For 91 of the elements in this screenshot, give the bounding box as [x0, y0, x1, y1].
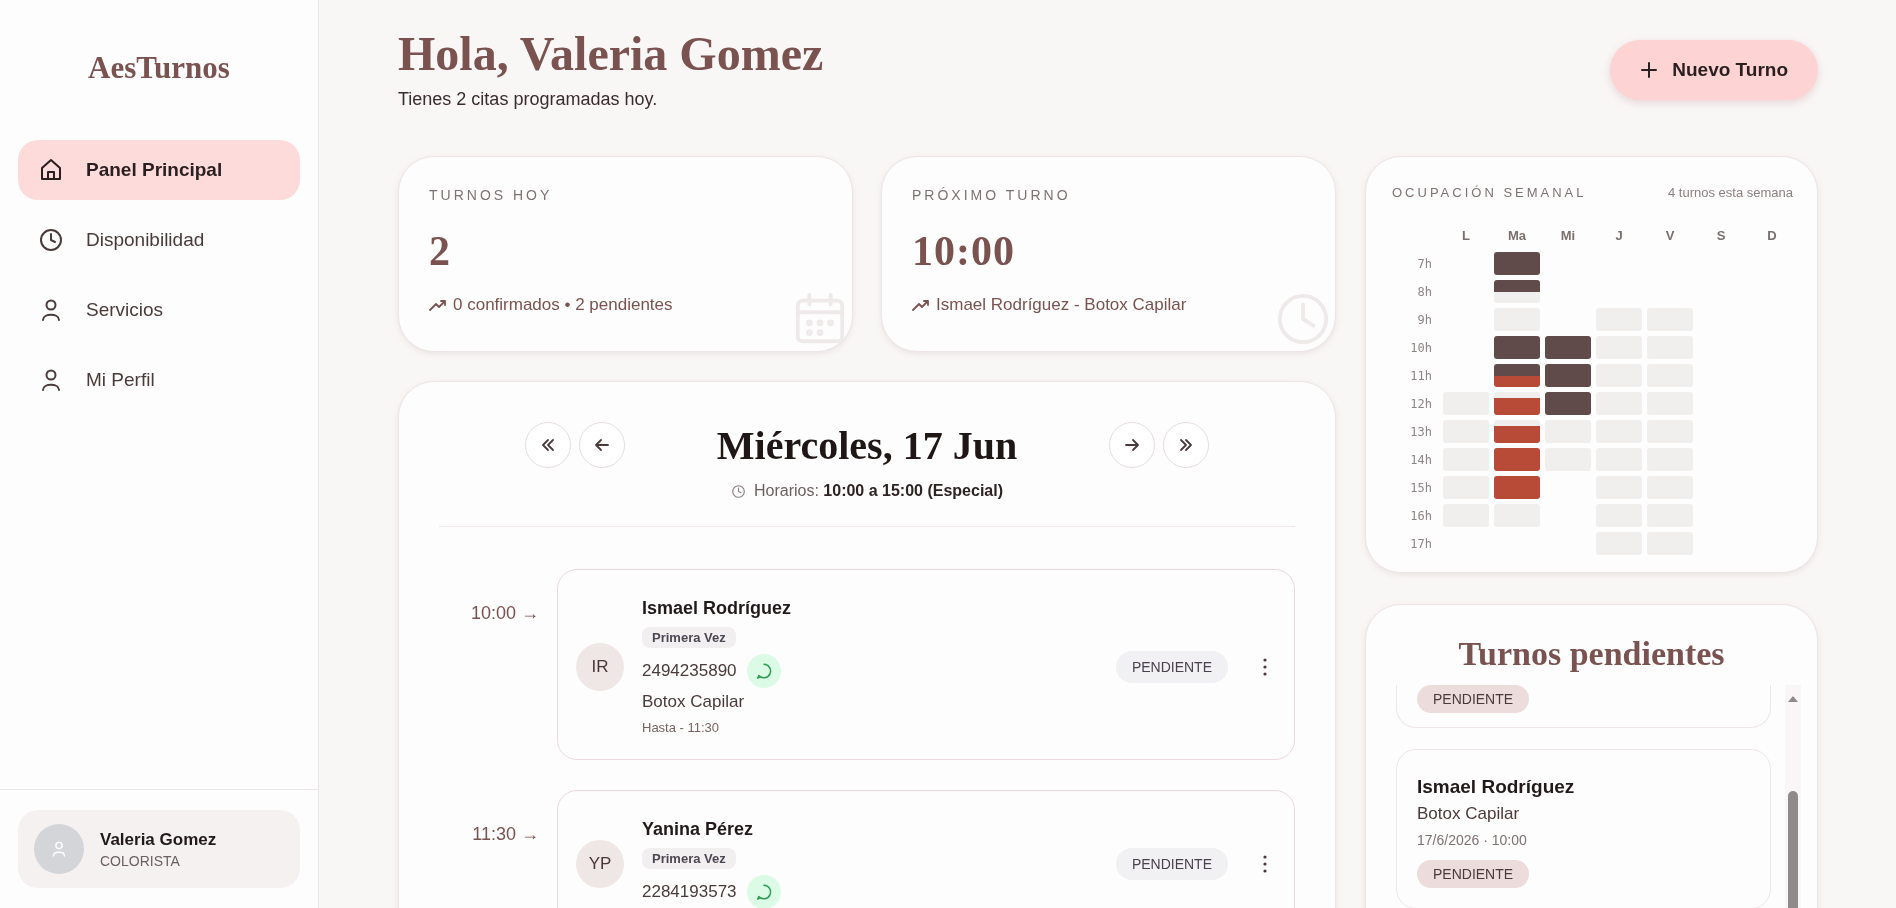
clock-icon	[38, 227, 64, 253]
day-label: S	[1715, 228, 1727, 243]
home-icon	[38, 157, 64, 183]
chat-button[interactable]	[746, 875, 781, 908]
person-icon	[50, 840, 68, 858]
stat-label: TURNOS HOY	[429, 187, 554, 203]
occupancy-cell	[1494, 280, 1540, 303]
occupancy-cell	[1494, 336, 1540, 359]
day-label: D	[1766, 228, 1778, 243]
stat-detail: 0 confirmados • 2 pendientes	[453, 295, 673, 315]
stat-label: PRÓXIMO TURNO	[912, 187, 1072, 203]
clock-icon	[731, 483, 746, 499]
day-label: Ma	[1506, 228, 1528, 243]
appointment-time: 11:30 →	[471, 824, 540, 846]
new-appointment-button[interactable]: Nuevo Turno	[1610, 40, 1818, 100]
phone-number: 2284193573	[642, 882, 737, 902]
day-label: J	[1614, 228, 1624, 243]
hour-label: 15h	[1409, 480, 1433, 495]
phone-number: 2494235890	[642, 661, 737, 681]
trend-up-icon	[912, 298, 930, 312]
client-name: Ismael Rodríguez	[1417, 776, 1575, 798]
date-title: Miércoles, 17 Jun	[716, 421, 1018, 469]
status-badge: PENDIENTE	[1417, 685, 1530, 713]
nav-item[interactable]: Disponibilidad	[18, 210, 300, 270]
hour-label: 10h	[1409, 340, 1433, 355]
occupancy-cell	[1494, 420, 1540, 443]
service-name: Botox Capilar	[642, 692, 745, 712]
user-role: COLORISTA	[100, 852, 181, 869]
card-title: Turnos pendientes	[1457, 635, 1726, 673]
appointment-date: 17/6/2026 · 10:00	[1417, 832, 1527, 848]
clock-icon	[1275, 291, 1331, 347]
end-time: Hasta - 11:30	[642, 720, 720, 735]
occupancy-cell	[1494, 448, 1540, 471]
appointment-time: 10:00 →	[469, 603, 540, 625]
hour-label: 16h	[1409, 508, 1433, 523]
appointment-card[interactable]: YP Yanina Pérez Primera Vez 2284193573 PENDIENTE	[557, 790, 1295, 908]
day-label: V	[1664, 228, 1676, 243]
client-tag: Primera Vez	[642, 848, 736, 869]
status-badge: PENDIENTE	[1115, 650, 1228, 683]
more-icon[interactable]	[1262, 854, 1268, 874]
day-label: L	[1461, 228, 1471, 243]
user-name: Valeria Gomez	[100, 829, 217, 850]
nav-button[interactable]	[578, 422, 625, 468]
status-badge: PENDIENTE	[1115, 848, 1228, 880]
nav-item[interactable]: Panel Principal	[18, 140, 300, 200]
hour-label: 12h	[1409, 396, 1433, 411]
status-badge: PENDIENTE	[1417, 860, 1530, 888]
stat-detail: Ismael Rodríguez - Botox Capilar	[936, 295, 1187, 315]
hour-label: 7h	[1416, 256, 1433, 271]
scrollbar[interactable]	[1785, 685, 1801, 908]
plus-icon	[1640, 61, 1659, 79]
client-name: Ismael Rodríguez	[642, 598, 792, 619]
hour-label: 13h	[1409, 424, 1433, 439]
hour-label: 9h	[1416, 312, 1433, 327]
trend-up-icon	[429, 298, 447, 312]
occupancy-cell	[1494, 392, 1540, 415]
hour-label: 8h	[1416, 284, 1433, 299]
user-card[interactable]: Valeria Gomez COLORISTA	[18, 810, 300, 888]
nav-item[interactable]: Servicios	[18, 280, 300, 340]
occupancy-cell	[1545, 392, 1591, 415]
occupancy-cell	[1494, 364, 1540, 387]
occupancy-cell	[1494, 252, 1540, 275]
nav-button[interactable]	[1163, 422, 1210, 468]
card-title: OCUPACIÓN SEMANAL	[1392, 185, 1587, 200]
hour-label: 11h	[1409, 368, 1433, 383]
scroll-up-icon	[1787, 695, 1799, 703]
appointment-card[interactable]: IR Ismael Rodríguez Primera Vez 2494235890 Botox Capilar Hasta - 11:30 PENDIENTE	[557, 569, 1295, 760]
hour-label: 14h	[1409, 452, 1433, 467]
app-logo: AesTurnos	[87, 50, 231, 86]
client-tag: Primera Vez	[642, 627, 736, 648]
occupancy-cell	[1545, 364, 1591, 387]
stat-value: 2	[429, 227, 452, 275]
client-name: Yanina Pérez	[642, 819, 754, 840]
chat-button[interactable]	[746, 654, 781, 688]
nav-button[interactable]	[1109, 422, 1156, 468]
initials-avatar: YP	[576, 840, 624, 888]
nav-item[interactable]: Mi Perfil	[18, 350, 300, 410]
more-icon[interactable]	[1262, 656, 1268, 677]
schedule-hours: Horarios: 10:00 a 15:00 (Especial)	[754, 482, 1003, 500]
stat-value: 10:00	[912, 227, 1016, 275]
page-subtitle: Tienes 2 citas programadas hoy.	[398, 89, 659, 110]
nav-button[interactable]	[524, 422, 571, 468]
pending-item[interactable]: PENDIENTE	[1396, 685, 1771, 728]
occupancy-cell	[1545, 336, 1591, 359]
initials-avatar: IR	[576, 642, 624, 691]
occupancy-cell	[1494, 476, 1540, 499]
service-name: Botox Capilar	[1417, 804, 1520, 824]
day-label: Mi	[1559, 228, 1577, 243]
page-title: Hola, Valeria Gomez	[398, 26, 824, 81]
hour-label: 17h	[1409, 536, 1433, 551]
week-summary: 4 turnos esta semana	[1667, 185, 1793, 200]
